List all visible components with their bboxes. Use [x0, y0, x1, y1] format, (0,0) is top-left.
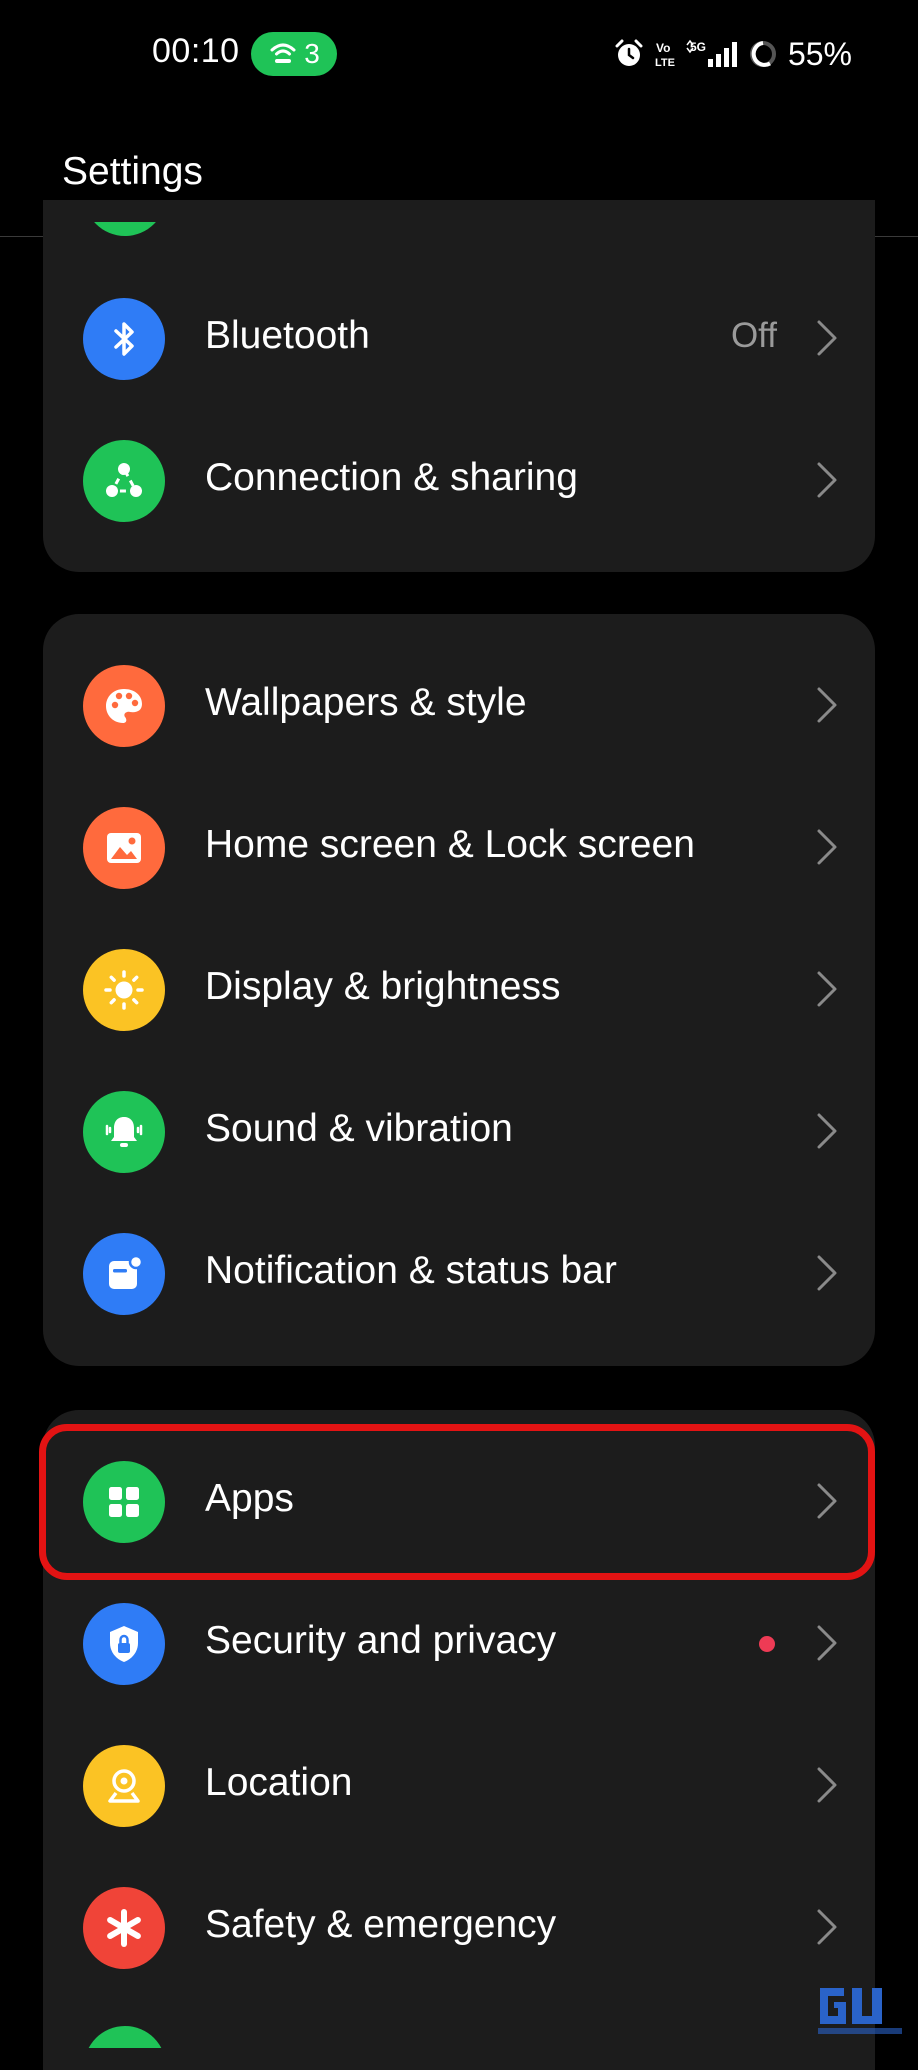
svg-text:Vo: Vo: [656, 41, 670, 55]
settings-item-sound-vibration[interactable]: Sound & vibration: [43, 1061, 875, 1203]
partial-icon: [84, 222, 166, 236]
sun-icon: [83, 949, 165, 1031]
settings-item-bluetooth[interactable]: Bluetooth Off: [43, 268, 875, 410]
shield-lock-icon: [83, 1603, 165, 1685]
chevron-right-icon: [817, 1255, 837, 1291]
settings-item-home-lock-screen[interactable]: Home screen & Lock screen: [43, 777, 875, 919]
notification-icon: [83, 1233, 165, 1315]
palette-icon: [83, 665, 165, 747]
chevron-right-icon: [817, 462, 837, 498]
partial-icon: [84, 2026, 166, 2048]
chevron-right-icon: [817, 1625, 837, 1661]
svg-text:5G: 5G: [690, 40, 706, 54]
alarm-icon: [614, 38, 644, 70]
item-label: Home screen & Lock screen: [205, 823, 695, 866]
chevron-right-icon: [817, 320, 837, 356]
share-icon: [83, 440, 165, 522]
item-label: Security and privacy: [205, 1619, 557, 1662]
settings-item-safety-emergency[interactable]: Safety & emergency: [43, 1857, 875, 1999]
item-label: Notification & status bar: [205, 1249, 617, 1292]
item-label: Safety & emergency: [205, 1903, 557, 1946]
image-icon: [83, 807, 165, 889]
chevron-right-icon: [817, 1767, 837, 1803]
notification-badge-dot: [759, 1636, 775, 1652]
settings-item-display-brightness[interactable]: Display & brightness: [43, 919, 875, 1061]
volte-icon: Vo LTE: [654, 38, 676, 70]
item-label: Wallpapers & style: [205, 681, 527, 724]
location-pin-icon: [83, 1745, 165, 1827]
svg-text:LTE: LTE: [655, 57, 675, 69]
hotspot-icon: [270, 43, 296, 63]
bell-icon: [83, 1091, 165, 1173]
settings-item-security-privacy[interactable]: Security and privacy: [43, 1573, 875, 1715]
battery-ring-icon: [748, 38, 778, 70]
5g-signal-icon: 5G: [686, 38, 738, 70]
chevron-right-icon: [817, 687, 837, 723]
chevron-right-icon: [817, 1113, 837, 1149]
chevron-right-icon: [817, 971, 837, 1007]
item-label: Display & brightness: [205, 965, 561, 1008]
asterisk-icon: [83, 1887, 165, 1969]
watermark-logo: [818, 1988, 902, 2034]
status-bar: 00:10 3 Vo LTE 5G 55%: [0, 0, 918, 110]
status-icons: Vo LTE 5G 55%: [614, 34, 852, 74]
item-value: Off: [730, 316, 777, 355]
item-label: Bluetooth: [205, 314, 370, 357]
hotspot-count: 3: [304, 38, 320, 69]
settings-item-location[interactable]: Location: [43, 1715, 875, 1857]
chevron-right-icon: [817, 829, 837, 865]
bluetooth-icon: [83, 298, 165, 380]
item-label: Connection & sharing: [205, 456, 578, 499]
item-label: Sound & vibration: [205, 1107, 513, 1150]
status-time: 00:10: [152, 32, 240, 70]
battery-percent: 55%: [787, 35, 852, 72]
item-label: Location: [205, 1761, 353, 1804]
chevron-right-icon: [817, 1909, 837, 1945]
apps-highlight-annotation: [39, 1424, 875, 1580]
hotspot-indicator[interactable]: 3: [251, 32, 337, 76]
settings-item-wallpapers-style[interactable]: Wallpapers & style: [43, 635, 875, 777]
page-title: Settings: [62, 150, 203, 193]
settings-item-connection-sharing[interactable]: Connection & sharing: [43, 410, 875, 552]
settings-item-notification-status-bar[interactable]: Notification & status bar: [43, 1203, 875, 1345]
